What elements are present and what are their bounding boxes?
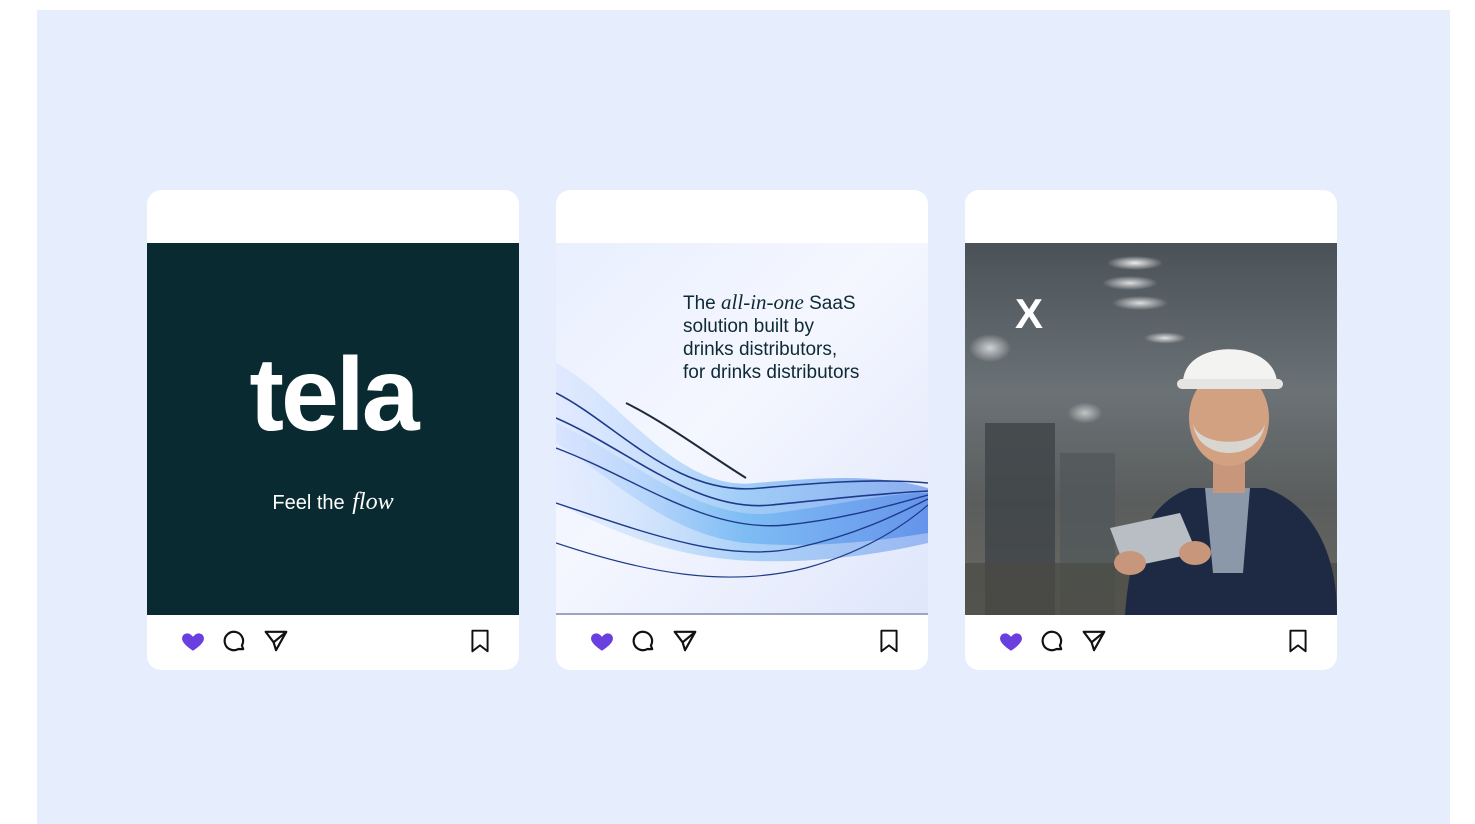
send-icon[interactable] [263,628,289,654]
headline-line-2: solution built by [683,316,814,337]
headline-line-3: drinks distributors, [683,339,838,360]
tagline-text: Feel the [272,492,345,514]
comment-icon[interactable] [630,628,656,654]
post-image[interactable]: The all-in-one SaaS solution built by dr… [556,243,928,615]
post-actions [147,615,519,670]
headline-italic: all-in-one [721,290,804,314]
post-header [965,190,1337,243]
headline-start: The [683,293,716,314]
canvas-background: tela Feel the flow The all-in-one SaaS s… [37,10,1450,824]
headline-line-4: for drinks distributors [683,362,860,383]
comment-icon[interactable] [1039,628,1065,654]
send-icon[interactable] [672,628,698,654]
post-header [556,190,928,243]
heart-filled-icon[interactable] [180,628,206,654]
heart-filled-icon[interactable] [589,628,615,654]
bookmark-icon[interactable] [1285,628,1311,654]
send-icon[interactable] [1081,628,1107,654]
headline-after: SaaS [809,293,856,314]
tagline-italic: flow [352,489,394,515]
post-image[interactable]: tela Feel the flow [147,243,519,615]
comment-icon[interactable] [221,628,247,654]
post-actions [556,615,928,670]
post-card-tela: tela Feel the flow [147,190,519,670]
heart-filled-icon[interactable] [998,628,1024,654]
tela-logo: tela [249,337,419,453]
post-header [147,190,519,243]
tela-tagline: Feel the flow [147,489,519,516]
post-card-saas: The all-in-one SaaS solution built by dr… [556,190,928,670]
post-actions [965,615,1337,670]
brand-logo-mark: X [1015,290,1044,337]
saas-headline: The all-in-one SaaS solution built by dr… [683,291,913,384]
bookmark-icon[interactable] [876,628,902,654]
post-card-photo: X [965,190,1337,670]
post-image[interactable]: X [965,243,1337,615]
headline-line-1: The all-in-one SaaS [683,291,913,315]
bookmark-icon[interactable] [467,628,493,654]
